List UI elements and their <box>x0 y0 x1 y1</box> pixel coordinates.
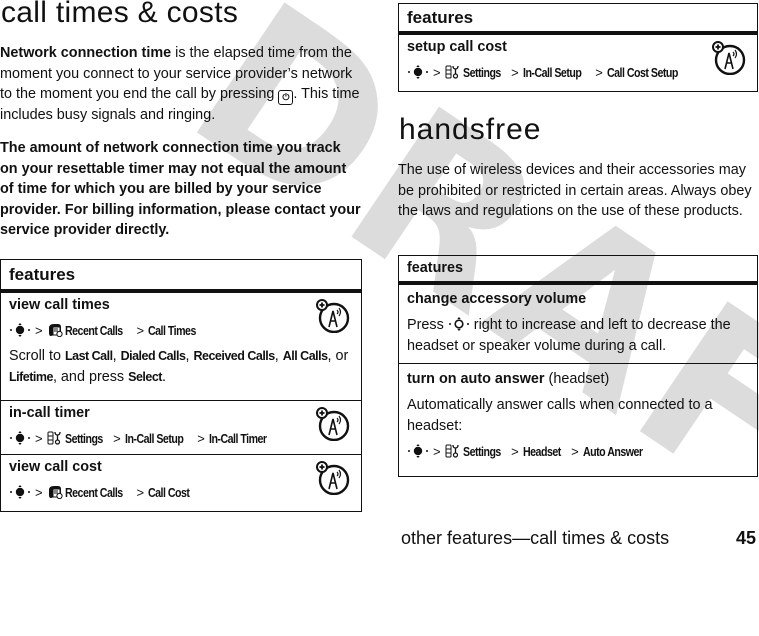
desc-text: Press <box>407 317 448 333</box>
feature-title: view call times <box>9 297 110 313</box>
path-separator: > <box>136 485 145 500</box>
desc-text: , <box>112 348 121 364</box>
menu-path: > Settings > In-Call Setup > In-Call Timer <box>9 431 353 447</box>
option-all-calls: All Calls <box>282 349 328 363</box>
path-separator: > <box>136 323 145 338</box>
desc-text: . <box>161 368 166 385</box>
desc-text: , or <box>327 348 349 364</box>
feature-title-text: turn on auto answer <box>407 371 545 387</box>
settings-icon <box>46 431 61 445</box>
menu-path: > Recent Calls > Call Times <box>9 323 353 339</box>
feature-row-view-call-times: view call times > Recent Calls > Call Times… <box>0 290 362 401</box>
feature-row-setup-call-cost: setup call cost > Settings > In-Call Setup >… <box>398 32 758 92</box>
feature-description: Press right to increase and left to decr… <box>407 315 749 356</box>
feature-title: in-call timer <box>9 405 90 421</box>
network-feature-icon <box>315 407 350 441</box>
feature-title-suffix: (headset) <box>544 371 610 387</box>
menu-path: > Recent Calls > Call Cost <box>9 485 353 501</box>
path-separator: > <box>571 444 579 459</box>
option-dialed-calls: Dialed Calls <box>120 349 186 363</box>
path-separator: > <box>433 444 441 459</box>
path-separator: > <box>595 65 603 80</box>
path-separator: > <box>511 444 519 459</box>
nav-key-icon <box>10 485 30 499</box>
feature-row-in-call-timer: in-call timer > Settings > In-Call Setup > In… <box>0 400 362 455</box>
option-lifetime: Lifetime <box>9 369 53 384</box>
menu-item-in-call-setup: In-Call Setup <box>522 66 582 80</box>
path-separator: > <box>113 431 121 446</box>
billing-note-paragraph: The amount of network connection time yo… <box>0 140 361 238</box>
end-key-icon: ⏻ <box>278 90 294 105</box>
feature-title: change accessory volume <box>407 291 587 307</box>
nav-key-icon <box>408 444 428 458</box>
nav-key-icon <box>10 431 30 445</box>
features-table-handsfree: features change accessory volume Press r… <box>398 255 758 477</box>
feature-title: view call cost <box>9 459 102 475</box>
nav-key-icon <box>10 323 30 337</box>
feature-description: Scroll to Last Call, Dialed Calls, Recei… <box>9 346 353 387</box>
feature-row-change-accessory-volume: change accessory volume Press right to i… <box>398 282 758 364</box>
page-footer-section: other features—call times & costs <box>401 528 670 548</box>
menu-item-settings: Settings <box>462 445 501 459</box>
path-separator: > <box>35 485 43 500</box>
path-separator: > <box>35 431 43 446</box>
desc-text: , <box>274 348 283 364</box>
menu-item-recent-calls: Recent Calls <box>64 486 123 500</box>
features-table-header: features <box>0 259 362 293</box>
feature-row-auto-answer: turn on auto answer (headset) Automatica… <box>398 363 758 477</box>
menu-item-in-call-setup: In-Call Setup <box>124 432 184 446</box>
menu-item-call-cost-setup: Call Cost Setup <box>606 66 678 80</box>
page-number: 45 <box>736 528 757 548</box>
section-title-call-times: call times & costs <box>1 0 239 29</box>
menu-path: > Settings > Headset > Auto Answer <box>407 444 749 460</box>
menu-item-call-cost: Call Cost <box>148 486 190 500</box>
menu-item-in-call-timer: In-Call Timer <box>208 432 267 446</box>
menu-item-headset: Headset <box>522 445 561 459</box>
network-feature-icon <box>315 299 350 333</box>
network-feature-icon <box>711 41 746 75</box>
recent-calls-icon <box>48 323 63 337</box>
desc-text: , and press <box>52 368 129 385</box>
feature-description: Automatically answer calls when connecte… <box>407 397 713 434</box>
nav-key-icon <box>447 317 470 331</box>
feature-row-view-call-cost: view call cost > Recent Calls > Call Cost <box>0 454 362 512</box>
feature-title: turn on auto answer (headset) <box>407 370 749 388</box>
network-time-paragraph: Network connection time is the elapsed t… <box>0 43 362 126</box>
network-time-term: Network connection time <box>0 45 172 61</box>
section-title-handsfree: handsfree <box>399 113 542 146</box>
select-softkey: Select <box>128 369 162 384</box>
feature-title: setup call cost <box>407 39 507 55</box>
features-table-call-cost-setup: features setup call cost > Settings > In-Ca… <box>398 3 758 92</box>
menu-item-settings: Settings <box>64 432 103 446</box>
menu-path: > Settings > In-Call Setup > Call Cost Setup <box>407 65 749 81</box>
nav-key-icon <box>408 65 428 79</box>
features-table-call-times: features view call times > Recent Calls > C… <box>0 259 362 512</box>
option-last-call: Last Call <box>64 349 113 363</box>
path-separator: > <box>433 65 441 80</box>
path-separator: > <box>35 323 43 338</box>
path-separator: > <box>511 65 519 80</box>
option-received-calls: Received Calls <box>193 349 275 363</box>
settings-icon <box>444 444 459 458</box>
settings-icon <box>444 65 459 79</box>
handsfree-paragraph: The use of wireless devices and their ac… <box>398 162 752 219</box>
menu-item-call-times: Call Times <box>148 324 196 338</box>
network-feature-icon <box>315 461 350 495</box>
features-table-header: features <box>398 3 758 35</box>
features-table-header: features <box>398 255 758 285</box>
path-separator: > <box>197 431 205 446</box>
recent-calls-icon <box>48 485 63 499</box>
menu-item-auto-answer: Auto Answer <box>582 445 643 459</box>
menu-item-settings: Settings <box>462 66 501 80</box>
desc-text: Scroll to <box>9 348 65 364</box>
menu-item-recent-calls: Recent Calls <box>64 324 123 338</box>
